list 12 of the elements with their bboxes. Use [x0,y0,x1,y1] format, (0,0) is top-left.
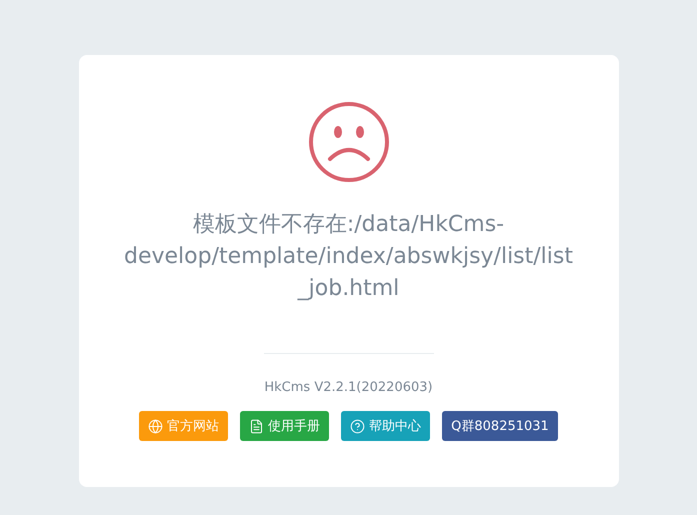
help-icon [350,418,366,434]
link-button[interactable]: Q群808251031 [442,411,558,441]
link-button[interactable]: 帮助中心 [341,411,430,441]
document-icon [249,418,264,434]
link-button[interactable]: 官方网站 [139,411,228,441]
link-button[interactable]: 使用手册 [240,411,330,441]
globe-icon [148,418,164,434]
error-message: develop/template/index/abswkjsy/list/list [124,243,573,271]
error-message: 模板文件不存在:/data/HkCms- [192,211,504,239]
error-message: _job.html [298,275,400,303]
sad-face-icon [308,101,390,183]
version-text: HkCms V2.2.1(20220603) [264,380,433,395]
